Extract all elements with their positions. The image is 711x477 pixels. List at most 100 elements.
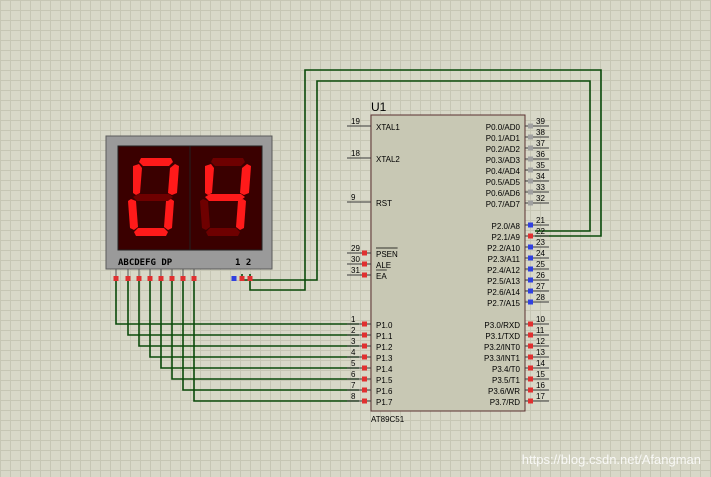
mcu-pin-label: P2.1/A9 <box>492 233 521 242</box>
mcu-pin-number: 27 <box>536 282 545 291</box>
mcu-at89c51[interactable]: U1 AT89C51 19XTAL118XTAL29RST29PSEN30ALE… <box>347 100 549 424</box>
watermark: https://blog.csdn.net/Afangman <box>521 452 701 467</box>
mcu-pin-state-marker <box>528 123 533 129</box>
segment-a <box>139 158 173 166</box>
seven-segment-display[interactable]: ABCDEFG DP 1 2 <box>105 135 273 281</box>
mcu-pin-label: P3.7/RD <box>490 398 520 407</box>
mcu-pin-label: P3.3/INT1 <box>484 354 521 363</box>
mcu-pin-number: 17 <box>536 392 545 401</box>
segment-d <box>134 228 168 236</box>
mcu-pin-state-marker <box>528 398 533 404</box>
mcu-pin-label: P0.0/AD0 <box>486 123 521 132</box>
mcu-reference: U1 <box>371 100 387 114</box>
mcu-pin-number: 14 <box>536 359 545 368</box>
mcu-pin-state-marker <box>528 145 533 151</box>
mcu-pin-label: P3.6/WR <box>488 387 520 396</box>
mcu-pin-label: XTAL2 <box>376 155 400 164</box>
mcu-pin-state-marker <box>528 134 533 140</box>
mcu-pin-label: PSEN <box>376 250 398 259</box>
wire-segment-b[interactable] <box>127 280 359 336</box>
mcu-pin-state-marker <box>528 189 533 195</box>
mcu-pin-number: 8 <box>351 392 356 401</box>
mcu-pin-label: P3.0/RXD <box>484 321 520 330</box>
mcu-pin-state-marker <box>528 200 533 206</box>
mcu-pin-number: 33 <box>536 183 545 192</box>
mcu-pin-number: 3 <box>351 337 356 346</box>
display-pin-marker <box>191 276 197 281</box>
mcu-pin-number: 39 <box>536 117 545 126</box>
mcu-pin-label: P1.4 <box>376 365 393 374</box>
mcu-pin-label: XTAL1 <box>376 123 400 132</box>
mcu-pin-label: P1.0 <box>376 321 393 330</box>
mcu-pin-number: 29 <box>351 244 360 253</box>
mcu-pin-number: 18 <box>351 149 360 158</box>
mcu-pin-state-marker <box>528 299 533 305</box>
mcu-pin-state-marker <box>362 261 367 267</box>
mcu-pin-label: P2.2/A10 <box>487 244 520 253</box>
display-pin-marker <box>136 276 142 281</box>
mcu-pin-state-marker <box>362 376 367 382</box>
mcu-pin-number: 34 <box>536 172 545 181</box>
mcu-pin-state-marker <box>362 365 367 371</box>
display-common-pin-marker <box>239 276 245 281</box>
segment-d <box>206 228 240 236</box>
mcu-pin-number: 12 <box>536 337 545 346</box>
mcu-pin-number: 31 <box>351 266 360 275</box>
mcu-pin-state-marker <box>528 387 533 393</box>
mcu-pin-number: 22 <box>536 227 545 236</box>
mcu-pin-state-marker <box>528 233 533 239</box>
mcu-pin-number: 37 <box>536 139 545 148</box>
mcu-pin-label: P1.1 <box>376 332 393 341</box>
display-pin-marker <box>180 276 186 281</box>
mcu-pin-state-marker <box>528 321 533 327</box>
mcu-pin-state-marker <box>528 376 533 382</box>
mcu-pin-number: 4 <box>351 348 356 357</box>
common-labels: 1 2 <box>235 258 251 268</box>
display-common-pin-marker <box>247 276 253 281</box>
mcu-pin-number: 21 <box>536 216 545 225</box>
mcu-pin-number: 16 <box>536 381 545 390</box>
mcu-pin-number: 38 <box>536 128 545 137</box>
mcu-pin-label: EA <box>376 272 387 281</box>
mcu-pin-label: P0.3/AD3 <box>486 156 521 165</box>
mcu-pin-state-marker <box>362 250 367 256</box>
mcu-pin-state-marker <box>528 332 533 338</box>
mcu-pin-number: 36 <box>536 150 545 159</box>
mcu-pin-number: 9 <box>351 193 356 202</box>
mcu-part-number: AT89C51 <box>371 415 405 424</box>
mcu-pin-label: P0.4/AD4 <box>486 167 521 176</box>
mcu-pin-label: P1.6 <box>376 387 393 396</box>
mcu-pin-number: 13 <box>536 348 545 357</box>
mcu-pin-label: P3.4/T0 <box>492 365 521 374</box>
mcu-pin-number: 23 <box>536 238 545 247</box>
wire-segment-a[interactable] <box>115 280 359 325</box>
mcu-pin-number: 19 <box>351 117 360 126</box>
segment-g <box>205 194 245 201</box>
mcu-pin-state-marker <box>528 255 533 261</box>
mcu-pin-number: 2 <box>351 326 356 335</box>
mcu-pin-label: P1.2 <box>376 343 393 352</box>
segment-labels: ABCDEFG DP <box>118 258 173 268</box>
wire-segment-dp[interactable] <box>193 280 359 402</box>
display-pin-marker <box>147 276 153 281</box>
mcu-pin-number: 6 <box>351 370 356 379</box>
mcu-pin-state-marker <box>362 332 367 338</box>
mcu-pin-number: 35 <box>536 161 545 170</box>
mcu-pin-label: P3.5/T1 <box>492 376 521 385</box>
mcu-pin-label: P1.5 <box>376 376 393 385</box>
mcu-pin-state-marker <box>528 244 533 250</box>
wire-segment-f[interactable] <box>171 280 359 380</box>
display-pin-marker <box>125 276 131 281</box>
mcu-pin-number: 30 <box>351 255 360 264</box>
mcu-pin-number: 10 <box>536 315 545 324</box>
mcu-pin-state-marker <box>362 398 367 404</box>
segment-g <box>133 194 173 201</box>
mcu-pin-number: 32 <box>536 194 545 203</box>
mcu-pin-state-marker <box>528 167 533 173</box>
mcu-pin-state-marker <box>528 365 533 371</box>
mcu-pin-number: 28 <box>536 293 545 302</box>
mcu-pin-state-marker <box>528 288 533 294</box>
schematic-canvas[interactable]: ABCDEFG DP 1 2 U1 AT89C51 19 XTAL1 18 XTAL2… <box>0 0 711 477</box>
mcu-pin-state-marker <box>528 343 533 349</box>
mcu-pin-state-marker <box>362 321 367 327</box>
